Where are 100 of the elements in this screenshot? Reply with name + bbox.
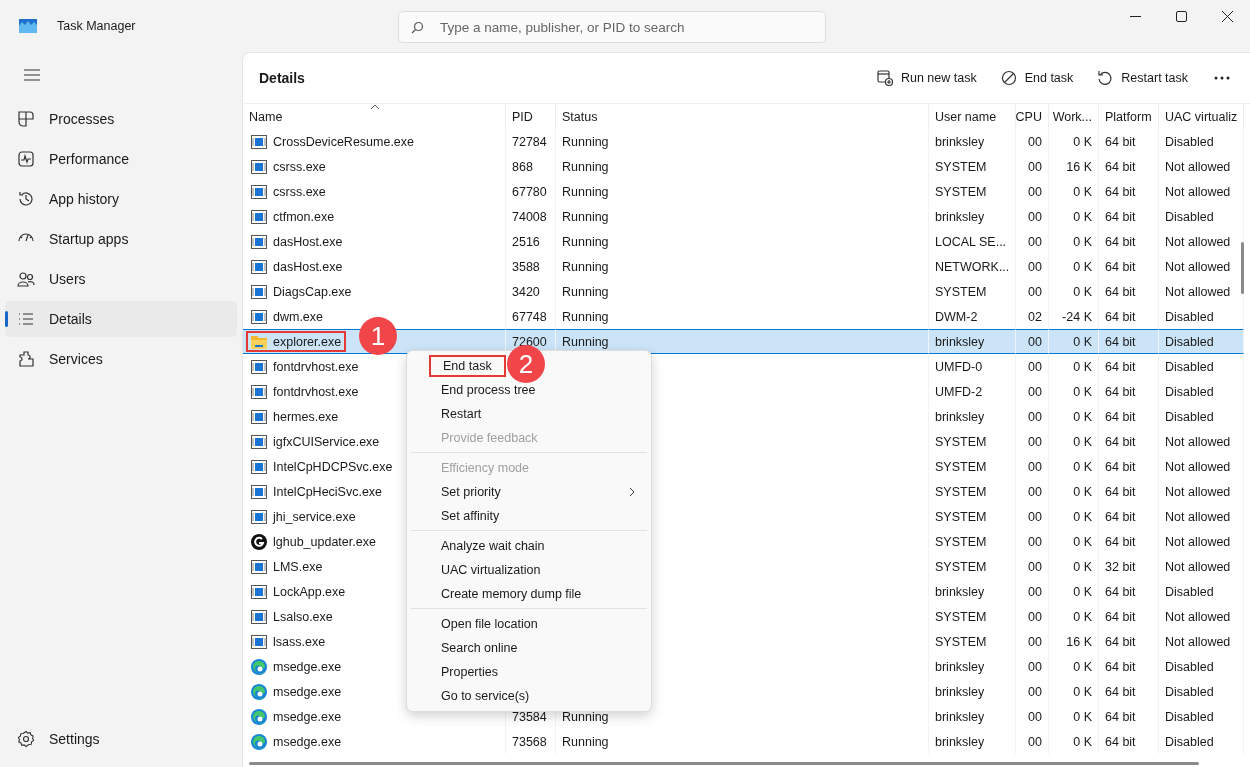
column-header[interactable]: UAC virtualiz: [1159, 104, 1245, 129]
uac-cell: Disabled: [1165, 309, 1214, 324]
status-cell: Running: [562, 709, 609, 724]
platform-cell: 64 bit: [1105, 734, 1136, 749]
uac-cell: Not allowed: [1165, 634, 1231, 649]
menu-item[interactable]: Restart: [429, 403, 494, 425]
menu-item[interactable]: Search online: [429, 637, 530, 659]
run-new-task-button[interactable]: Run new task: [866, 62, 987, 94]
search-field[interactable]: Type a name, publisher, or PID to search: [438, 18, 813, 36]
process-name[interactable]: hermes.exe: [246, 406, 344, 427]
menu-item[interactable]: Analyze wait chain: [429, 535, 557, 557]
process-name[interactable]: dasHost.exe: [246, 231, 348, 252]
process-name[interactable]: msedge.exe: [246, 681, 347, 702]
search-icon: [411, 20, 424, 34]
menu-item[interactable]: Create memory dump file: [429, 583, 594, 605]
app-window-icon: [251, 284, 267, 299]
process-name[interactable]: csrss.exe: [246, 181, 331, 202]
uac-cell: Not allowed: [1165, 609, 1231, 624]
platform-cell: 64 bit: [1105, 584, 1136, 599]
platform-cell: 32 bit: [1105, 559, 1136, 574]
end-task-button[interactable]: End task: [990, 62, 1084, 94]
platform-cell: 64 bit: [1105, 709, 1136, 724]
sidebar-item[interactable]: Details: [5, 301, 237, 337]
process-name[interactable]: csrss.exe: [246, 156, 331, 177]
settings-button[interactable]: Settings: [5, 721, 237, 757]
column-header[interactable]: PID: [506, 104, 556, 129]
search-box[interactable]: Type a name, publisher, or PID to search: [398, 11, 826, 43]
status-cell: Running: [562, 134, 609, 149]
column-header[interactable]: User name: [929, 104, 1016, 129]
menu-item[interactable]: Open file location: [429, 613, 550, 635]
column-header[interactable]: Status: [556, 104, 929, 129]
process-name[interactable]: jhi_service.exe: [246, 506, 361, 527]
cpu-cell: 00: [1028, 684, 1042, 699]
clock-icon: [17, 190, 35, 208]
app-window-icon: [251, 309, 267, 324]
maximize-icon: [1175, 10, 1187, 22]
close-icon: [1221, 10, 1233, 22]
user-cell: brinksley: [935, 409, 985, 424]
column-header[interactable]: Name: [243, 104, 506, 129]
uac-cell: Disabled: [1165, 709, 1214, 724]
user-cell: SYSTEM: [935, 634, 987, 649]
process-name[interactable]: msedge.exe: [246, 656, 347, 677]
grid-icon: [17, 110, 35, 128]
vertical-scrollbar[interactable]: [1241, 242, 1244, 294]
process-name[interactable]: fontdrvhost.exe: [246, 381, 364, 402]
memory-cell: 0 K: [1073, 609, 1092, 624]
sidebar-item[interactable]: Processes: [5, 101, 237, 137]
process-name[interactable]: explorer.exe: [246, 331, 347, 352]
user-cell: SYSTEM: [935, 159, 987, 174]
memory-cell: 0 K: [1073, 259, 1092, 274]
process-name[interactable]: lghub_updater.exe: [246, 531, 381, 552]
process-name[interactable]: dasHost.exe: [246, 256, 348, 277]
menu-item[interactable]: Set affinity: [429, 505, 512, 527]
browser-icon: [251, 708, 267, 725]
restart-task-button[interactable]: Restart task: [1087, 62, 1198, 94]
column-header[interactable]: Work...: [1049, 104, 1099, 129]
cpu-cell: 00: [1028, 209, 1042, 224]
browser-icon: [251, 658, 267, 675]
menu-item[interactable]: Go to service(s): [429, 685, 542, 707]
uac-cell: Disabled: [1165, 334, 1214, 349]
cpu-cell: 00: [1028, 409, 1042, 424]
horizontal-scrollbar[interactable]: [249, 762, 1199, 765]
column-header[interactable]: CPU: [1016, 104, 1049, 129]
process-name[interactable]: LMS.exe: [246, 556, 328, 577]
memory-cell: 0 K: [1073, 459, 1092, 474]
sidebar-item[interactable]: Services: [5, 341, 237, 377]
sidebar-item[interactable]: App history: [5, 181, 237, 217]
process-name[interactable]: CrossDeviceResume.exe: [246, 131, 420, 152]
process-name[interactable]: ctfmon.exe: [246, 206, 340, 227]
process-name[interactable]: fontdrvhost.exe: [246, 356, 364, 377]
process-name[interactable]: msedge.exe: [246, 731, 347, 752]
app-window-icon: [251, 634, 267, 649]
uac-cell: Not allowed: [1165, 484, 1231, 499]
column-header[interactable]: Platform: [1099, 104, 1159, 129]
process-name[interactable]: IntelCpHeciSvc.exe: [246, 481, 388, 502]
process-name[interactable]: igfxCUIService.exe: [246, 431, 385, 452]
process-name[interactable]: lsass.exe: [246, 631, 331, 652]
user-cell: UMFD-2: [935, 384, 983, 399]
cpu-cell: 00: [1028, 184, 1042, 199]
process-name[interactable]: Lsalso.exe: [246, 606, 338, 627]
memory-cell: 0 K: [1073, 709, 1092, 724]
process-name[interactable]: dwm.exe: [246, 306, 329, 327]
menu-item[interactable]: Properties: [429, 661, 510, 683]
user-cell: brinksley: [935, 334, 985, 349]
process-name[interactable]: DiagsCap.exe: [246, 281, 357, 302]
menu-item[interactable]: End task: [429, 355, 506, 377]
cpu-cell: 00: [1028, 234, 1042, 249]
app-window-icon: [251, 584, 267, 599]
menu-item[interactable]: Set priority: [429, 481, 513, 503]
status-cell: Running: [562, 734, 609, 749]
sidebar-item[interactable]: Users: [5, 261, 237, 297]
memory-cell: -24 K: [1062, 309, 1092, 324]
uac-cell: Not allowed: [1165, 534, 1231, 549]
process-name[interactable]: LockApp.exe: [246, 581, 351, 602]
sidebar-item[interactable]: Performance: [5, 141, 237, 177]
menu-item[interactable]: UAC virtualization: [429, 559, 553, 581]
sidebar-item[interactable]: Startup apps: [5, 221, 237, 257]
process-name[interactable]: IntelCpHDCPSvc.exe: [246, 456, 398, 477]
process-name[interactable]: msedge.exe: [246, 706, 347, 727]
uac-cell: Disabled: [1165, 684, 1214, 699]
